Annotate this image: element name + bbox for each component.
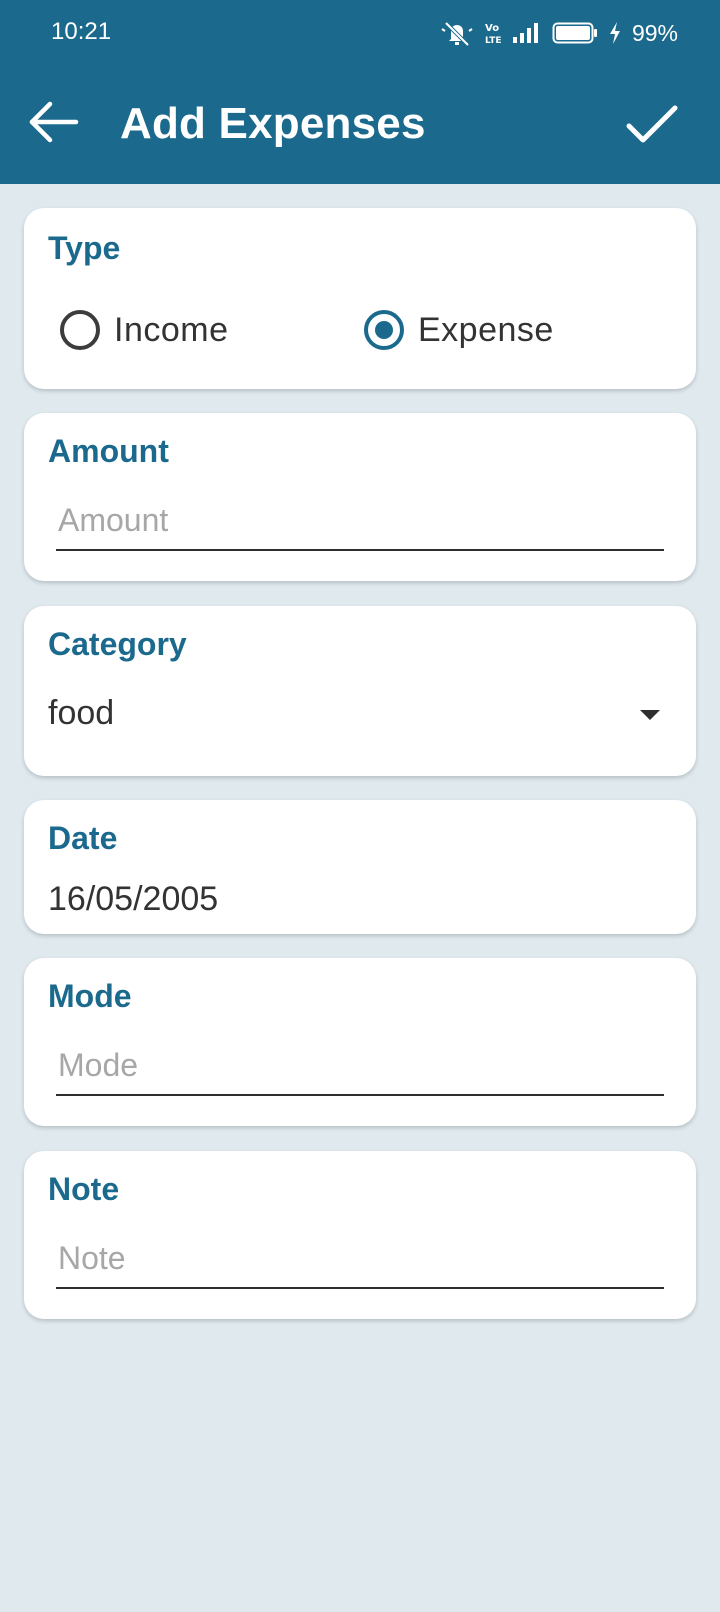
income-radio-option[interactable]: Income — [60, 308, 229, 352]
mode-card: Mode — [24, 958, 696, 1126]
date-card: Date 16/05/2005 — [24, 800, 696, 934]
save-button[interactable] — [622, 98, 682, 154]
amount-input[interactable] — [56, 491, 664, 551]
type-label: Type — [48, 230, 121, 266]
battery-percentage: 99% — [631, 19, 678, 46]
type-radio-group: Income Expense — [60, 308, 680, 352]
category-selected-value: food — [48, 694, 115, 732]
status-icons: Vo LTE 99% — [440, 16, 678, 50]
svg-text:LTE: LTE — [485, 36, 502, 45]
note-card: Note — [24, 1151, 696, 1319]
chevron-down-icon — [640, 710, 660, 720]
income-radio-label: Income — [114, 310, 229, 349]
category-card: Category food — [24, 606, 696, 776]
charging-icon — [608, 21, 622, 45]
income-radio-button[interactable] — [60, 310, 100, 350]
amount-label: Amount — [48, 433, 169, 469]
arrow-left-icon — [28, 100, 80, 149]
checkmark-icon — [625, 102, 679, 151]
amount-card: Amount — [24, 413, 696, 581]
mode-label: Mode — [48, 978, 132, 1014]
svg-text:Vo: Vo — [485, 23, 499, 34]
category-dropdown[interactable]: food — [24, 676, 696, 750]
mode-input[interactable] — [56, 1036, 664, 1096]
app-bar: 10:21 Vo LTE 99% Add Expenses — [0, 0, 720, 184]
expense-radio-button[interactable] — [364, 310, 404, 350]
mute-icon — [440, 19, 474, 47]
back-button[interactable] — [26, 98, 82, 150]
expense-radio-label: Expense — [418, 310, 554, 349]
category-label: Category — [48, 626, 187, 662]
battery-icon — [552, 21, 598, 45]
note-label: Note — [48, 1171, 120, 1207]
date-value[interactable]: 16/05/2005 — [48, 880, 218, 919]
date-label: Date — [48, 820, 118, 856]
signal-icon — [512, 21, 542, 45]
expense-radio-option[interactable]: Expense — [364, 308, 554, 352]
volte-icon: Vo LTE — [484, 21, 502, 45]
status-time: 10:21 — [51, 18, 112, 45]
type-card: Type Income Expense — [24, 208, 696, 389]
note-input[interactable] — [56, 1229, 664, 1289]
page-title: Add Expenses — [120, 99, 426, 148]
